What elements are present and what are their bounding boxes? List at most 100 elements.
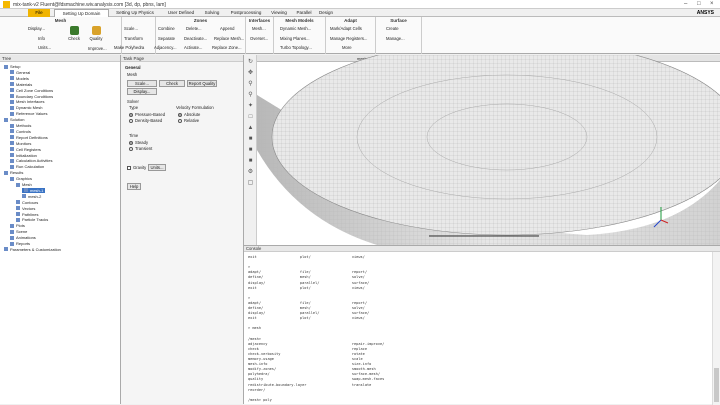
tree-item[interactable]: Pathlines — [16, 212, 38, 217]
adapt-more-button[interactable]: More — [342, 45, 352, 51]
tree-item[interactable]: Methods — [10, 123, 31, 128]
transient-radio[interactable]: Transient — [129, 146, 152, 151]
file-menu[interactable]: File — [28, 9, 50, 17]
tab-design[interactable]: Design — [316, 9, 336, 17]
view-y-icon[interactable]: ■ — [247, 147, 254, 154]
tree-item[interactable]: Animations — [10, 235, 36, 240]
scrollbar-thumb[interactable] — [714, 368, 719, 402]
units-button[interactable]: Units... — [148, 164, 166, 171]
tree-item[interactable]: mesh-1 — [22, 187, 46, 193]
pan-icon[interactable]: ✥ — [247, 70, 254, 77]
tab-setting-up-domain[interactable]: Setting Up Domain — [54, 9, 109, 17]
maximize-icon[interactable]: □ — [697, 1, 701, 7]
zones-deactivate-button[interactable]: Deactivate... — [184, 36, 207, 42]
tree-item[interactable]: Vectors — [16, 206, 35, 211]
fit-to-window-icon[interactable]: □ — [247, 114, 254, 121]
mesh-quality-button[interactable]: Quality — [88, 26, 104, 41]
orthographic-icon[interactable]: ▢ — [247, 180, 254, 187]
density-based-radio[interactable]: Density-Based — [129, 118, 162, 123]
minimize-icon[interactable]: – — [684, 1, 687, 7]
interfaces-overset-button[interactable]: Overset... — [250, 36, 268, 42]
tree-item[interactable]: mesh-2 — [22, 194, 41, 199]
steady-radio[interactable]: Steady — [129, 140, 148, 145]
tab-parallel[interactable]: Parallel — [292, 9, 316, 17]
dynamic-mesh-button[interactable]: Dynamic Mesh... — [280, 26, 311, 32]
interfaces-mesh-button[interactable]: Mesh... — [252, 26, 266, 32]
display-button[interactable]: Display... — [127, 88, 157, 95]
tree-item[interactable]: Reference Values — [10, 111, 48, 116]
tree-item[interactable]: Results — [4, 170, 23, 175]
graphics-window[interactable]: mesh-1 — [257, 55, 720, 245]
view-z-icon[interactable]: ■ — [247, 158, 254, 165]
tree-item[interactable]: Models — [10, 76, 29, 81]
tree-item[interactable]: Report Definitions — [10, 135, 48, 140]
zones-replace-mesh-button[interactable]: Replace Mesh... — [214, 36, 244, 42]
tree-item[interactable]: Particle Tracks — [16, 217, 48, 222]
view-x-icon[interactable]: ■ — [247, 136, 254, 143]
mesh-transform-button[interactable]: Transform — [124, 36, 143, 42]
zones-combine-button[interactable]: Combine — [158, 26, 175, 32]
tree-item[interactable]: Cell Registers — [10, 147, 41, 152]
zones-append-button[interactable]: Append — [220, 26, 234, 32]
mesh-check-button[interactable]: Check — [66, 26, 82, 41]
make-polyhedra-button[interactable]: Make Polyhedra — [114, 45, 144, 51]
mesh-improve-button[interactable]: Improve... — [88, 46, 107, 52]
close-icon[interactable]: × — [710, 1, 714, 7]
tree-item[interactable]: General — [10, 70, 30, 75]
console-scrollbar[interactable] — [712, 252, 720, 405]
help-button[interactable]: Help — [127, 183, 141, 190]
absolute-radio[interactable]: Absolute — [178, 112, 200, 117]
tree-item[interactable]: Parameters & Customization — [4, 247, 61, 252]
view-settings-icon[interactable]: ⚙ — [247, 169, 254, 176]
tree-item[interactable]: Plots — [10, 223, 25, 228]
tree-item[interactable]: Setup — [4, 64, 20, 69]
gravity-checkbox[interactable]: Gravity — [127, 165, 146, 170]
zones-delete-button[interactable]: Delete... — [186, 26, 202, 32]
report-quality-button[interactable]: Report Quality — [187, 80, 217, 87]
zones-activate-button[interactable]: Activate... — [184, 45, 202, 51]
probe-icon[interactable]: ✦ — [247, 103, 254, 110]
mesh-display-button[interactable]: Display... — [28, 26, 45, 32]
isometric-view-icon[interactable]: ▲ — [247, 125, 254, 132]
manage-registers-button[interactable]: Manage Registers... — [330, 36, 367, 42]
tree-item[interactable]: Mesh — [16, 182, 32, 187]
tree-item[interactable]: Reports — [10, 241, 30, 246]
mixing-planes-button[interactable]: Mixing Planes... — [280, 36, 310, 42]
tree-item[interactable]: Dynamic Mesh — [10, 105, 42, 110]
pressure-based-radio[interactable]: Pressure-Based — [129, 112, 165, 117]
mark-adapt-cells-button[interactable]: Mark/Adapt Cells — [330, 26, 362, 32]
mesh-info-button[interactable]: Info — [38, 36, 45, 42]
zoom-box-icon[interactable]: ⚲ — [247, 92, 254, 99]
surface-create-button[interactable]: Create — [386, 26, 399, 32]
zones-separate-button[interactable]: Separate — [158, 36, 175, 42]
tree-item[interactable]: Run Calculation — [10, 164, 44, 169]
check-button[interactable]: Check — [159, 80, 185, 87]
turbo-topology-button[interactable]: Turbo Topology... — [280, 45, 312, 51]
tab-user-defined[interactable]: User Defined — [162, 9, 200, 17]
tab-setting-up-physics[interactable]: Setting Up Physics — [110, 9, 160, 17]
tree-item[interactable]: Cell Zone Conditions — [10, 88, 53, 93]
tab-viewing[interactable]: Viewing — [267, 9, 291, 17]
tree-item[interactable]: Solution — [4, 117, 24, 122]
tree-item[interactable]: Mesh Interfaces — [10, 99, 44, 104]
tab-solving[interactable]: Solving — [201, 9, 223, 17]
zoom-icon[interactable]: ⚲ — [247, 81, 254, 88]
tree-item[interactable]: Contours — [16, 200, 38, 205]
scale-button[interactable]: Scale... — [127, 80, 157, 87]
tree-item[interactable]: Calculation Activities — [10, 158, 52, 163]
tree-item[interactable]: Boundary Conditions — [10, 94, 53, 99]
tree-item[interactable]: Monitors — [10, 141, 31, 146]
console-pane[interactable]: Console exit plot/ views/> adapt/ file/ r… — [244, 245, 720, 405]
zones-replace-zone-button[interactable]: Replace Zone... — [212, 45, 242, 51]
mesh-scale-button[interactable]: Scale... — [124, 26, 138, 32]
relative-radio[interactable]: Relative — [178, 118, 199, 123]
tree-item[interactable]: Graphics — [10, 176, 32, 181]
tree-item[interactable]: Materials — [10, 82, 32, 87]
rotate-icon[interactable]: ↻ — [247, 59, 254, 66]
mesh-units-button[interactable]: Units... — [38, 45, 51, 51]
tab-postprocessing[interactable]: Postprocessing — [226, 9, 266, 17]
tree-item[interactable]: Scene — [10, 229, 27, 234]
surface-manage-button[interactable]: Manage... — [386, 36, 405, 42]
tree-item[interactable]: Controls — [10, 129, 31, 134]
tree-item[interactable]: Initialization — [10, 153, 37, 158]
